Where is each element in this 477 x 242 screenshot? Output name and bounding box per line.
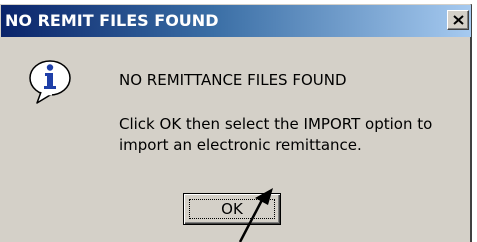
message-body: Click OK then select the IMPORT option t… [119,114,469,156]
message-line-1: Click OK then select the IMPORT option t… [119,115,433,133]
message-heading: NO REMITTANCE FILES FOUND [119,71,347,89]
close-button[interactable] [447,10,469,30]
screenshot-canvas: NO REMIT FILES FOUND NO REMITTANCE FILES… [0,0,477,242]
message-line-2: import an electronic remittance. [119,136,362,154]
close-icon [453,15,464,25]
ok-button-label: OK [221,200,243,218]
dialog-title: NO REMIT FILES FOUND [5,11,219,30]
message-dialog: NO REMIT FILES FOUND NO REMITTANCE FILES… [0,4,472,242]
dialog-titlebar[interactable]: NO REMIT FILES FOUND [1,5,471,37]
ok-button[interactable]: OK [183,193,281,225]
information-icon [29,60,71,104]
